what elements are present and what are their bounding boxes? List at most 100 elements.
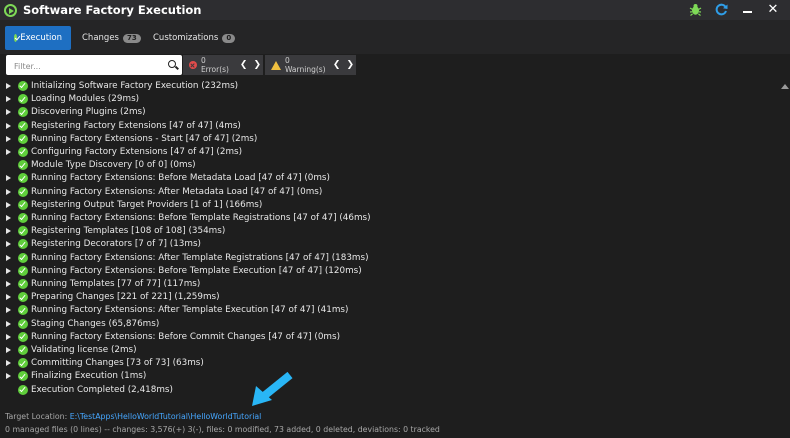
tree-row-label: Loading Modules (29ms) bbox=[31, 94, 140, 105]
expand-arrow-icon[interactable] bbox=[6, 228, 11, 235]
expand-arrow-icon[interactable] bbox=[6, 215, 11, 221]
minimize-icon[interactable] bbox=[740, 2, 754, 16]
next-error-icon[interactable]: ❯ bbox=[253, 60, 261, 70]
tree-row[interactable]: Registering Decorators [7 of 7] (13ms) bbox=[0, 238, 770, 251]
tree-row[interactable]: Running Factory Extensions - Start [47 o… bbox=[0, 133, 770, 146]
tree-row-label: Finalizing Execution (1ms) bbox=[31, 371, 147, 382]
expand-arrow-icon[interactable] bbox=[6, 373, 11, 380]
expand-arrow-icon[interactable] bbox=[6, 347, 11, 353]
expand-arrow-icon[interactable] bbox=[6, 281, 11, 287]
tree-row[interactable]: Execution Completed (2,418ms) bbox=[0, 384, 770, 397]
execution-tree: Initializing Software Factory Execution … bbox=[0, 80, 778, 402]
filter-bar: 0 Error(s) ❮ ❯ 0 Warning(s) ❮ ❯ bbox=[0, 54, 790, 76]
success-check-icon bbox=[18, 173, 28, 184]
warnings-count: 0 Warning(s) bbox=[285, 56, 326, 74]
prev-error-icon[interactable]: ❮ bbox=[240, 60, 248, 70]
filter-box bbox=[6, 55, 182, 75]
window-title: Software Factory Execution bbox=[23, 3, 202, 17]
tree-row[interactable]: Running Factory Extensions: Before Commi… bbox=[0, 331, 770, 344]
tree-row[interactable]: Initializing Software Factory Execution … bbox=[0, 80, 770, 93]
tree-row[interactable]: Loading Modules (29ms) bbox=[0, 93, 770, 106]
tree-row[interactable]: Validating license (2ms) bbox=[0, 344, 770, 357]
success-check-icon bbox=[18, 213, 28, 223]
tree-row[interactable]: Running Factory Extensions: After Templa… bbox=[0, 252, 770, 265]
tree-row[interactable]: Staging Changes (65,876ms) bbox=[0, 318, 770, 331]
tree-row-label: Running Factory Extensions: Before Templ… bbox=[31, 213, 371, 223]
scrollbar[interactable] bbox=[780, 80, 790, 402]
tree-row[interactable]: Registering Output Target Providers [1 o… bbox=[0, 199, 770, 212]
tree-row[interactable]: Module Type Discovery [0 of 0] (0ms) bbox=[0, 159, 770, 172]
search-icon[interactable] bbox=[168, 60, 176, 68]
success-check-icon bbox=[18, 305, 28, 316]
tree-row-label: Running Factory Extensions: Before Commi… bbox=[31, 331, 341, 342]
filter-input[interactable] bbox=[12, 58, 166, 74]
tree-row[interactable]: Discovering Plugins (2ms) bbox=[0, 106, 770, 119]
success-check-icon bbox=[18, 318, 28, 329]
tree-row[interactable]: Running Templates [77 of 77] (117ms) bbox=[0, 278, 770, 291]
expand-arrow-icon[interactable] bbox=[6, 360, 11, 367]
tree-row[interactable]: Committing Changes [73 of 73] (63ms) bbox=[0, 357, 770, 370]
expand-arrow-icon[interactable] bbox=[6, 96, 11, 103]
expand-arrow-icon[interactable] bbox=[6, 320, 11, 327]
tree-row[interactable]: Running Factory Extensions: After Metada… bbox=[0, 186, 770, 199]
expand-arrow-icon[interactable] bbox=[6, 122, 11, 129]
errors-filter[interactable]: 0 Error(s) ❮ ❯ bbox=[183, 55, 263, 75]
expand-arrow-icon[interactable] bbox=[6, 201, 11, 208]
tree-row[interactable]: Registering Factory Extensions [47 of 47… bbox=[0, 120, 770, 133]
expand-arrow-icon[interactable] bbox=[6, 188, 11, 195]
tab-execution[interactable]: Execution bbox=[5, 26, 71, 50]
bug-icon[interactable] bbox=[688, 2, 702, 16]
tree-row[interactable]: Registering Templates [108 of 108] (354m… bbox=[0, 225, 770, 238]
tree-row-label: Running Factory Extensions - Start [47 o… bbox=[31, 133, 258, 144]
success-check-icon bbox=[18, 371, 28, 382]
tab-customizations[interactable]: Customizations 0 bbox=[153, 26, 236, 50]
count-badge: 73 bbox=[122, 33, 141, 43]
tree-row-label: Discovering Plugins (2ms) bbox=[31, 107, 146, 118]
tree-row-label: Running Factory Extensions: After Metada… bbox=[31, 186, 323, 197]
warnings-filter[interactable]: 0 Warning(s) ❮ ❯ bbox=[265, 55, 356, 75]
expand-arrow-icon[interactable] bbox=[6, 83, 11, 89]
tree-row[interactable]: Preparing Changes [221 of 221] (1,259ms) bbox=[0, 291, 770, 304]
annotation-arrow-icon bbox=[252, 371, 293, 406]
target-location: Target Location: E:\TestApps\HelloWorldT… bbox=[5, 412, 261, 421]
target-label: Target Location: bbox=[5, 412, 70, 421]
tree-row-label: Validating license (2ms) bbox=[31, 345, 137, 355]
tree-row[interactable]: Configuring Factory Extensions [47 of 47… bbox=[0, 146, 770, 159]
tree-row-label: Staging Changes (65,876ms) bbox=[31, 318, 160, 329]
play-circle-icon bbox=[4, 3, 17, 17]
tree-row[interactable]: Running Factory Extensions: Before Templ… bbox=[0, 212, 770, 225]
tree-row-label: Running Factory Extensions: After Templa… bbox=[31, 305, 349, 316]
prev-warning-icon[interactable]: ❮ bbox=[333, 60, 341, 70]
errors-count: 0 Error(s) bbox=[200, 56, 229, 74]
success-check-icon bbox=[18, 186, 28, 197]
target-path-link[interactable]: E:\TestApps\HelloWorldTutorial\HelloWorl… bbox=[70, 412, 262, 421]
success-check-icon bbox=[18, 345, 28, 355]
expand-arrow-icon[interactable] bbox=[6, 149, 11, 155]
expand-arrow-icon[interactable] bbox=[6, 294, 11, 301]
refresh-icon[interactable] bbox=[714, 2, 728, 16]
success-check-icon bbox=[18, 331, 28, 342]
expand-arrow-icon[interactable] bbox=[6, 109, 11, 116]
tree-row[interactable]: Running Factory Extensions: Before Templ… bbox=[0, 265, 770, 278]
tree-row[interactable]: Running Factory Extensions: Before Metad… bbox=[0, 172, 770, 185]
next-warning-icon[interactable]: ❯ bbox=[346, 60, 354, 70]
expand-arrow-icon[interactable] bbox=[6, 254, 11, 261]
tab-changes[interactable]: Changes 73 bbox=[82, 26, 141, 50]
error-icon bbox=[189, 61, 197, 69]
tree-row-label: Registering Decorators [7 of 7] (13ms) bbox=[31, 239, 201, 250]
status-footer: Target Location: E:\TestApps\HelloWorldT… bbox=[0, 410, 790, 438]
close-icon[interactable]: ✕ bbox=[766, 2, 780, 17]
tree-row-label: Running Factory Extensions: Before Templ… bbox=[31, 265, 362, 276]
expand-arrow-icon[interactable] bbox=[6, 333, 11, 340]
tree-row[interactable]: Running Factory Extensions: After Templa… bbox=[0, 304, 770, 317]
expand-arrow-icon[interactable] bbox=[6, 307, 11, 314]
expand-arrow-icon[interactable] bbox=[6, 241, 11, 248]
expand-arrow-icon[interactable] bbox=[6, 267, 11, 274]
tab-label: Changes bbox=[82, 33, 119, 43]
expand-arrow-icon[interactable] bbox=[6, 135, 11, 142]
tree-row-label: Module Type Discovery [0 of 0] (0ms) bbox=[31, 160, 196, 171]
scroll-up-icon[interactable] bbox=[781, 84, 789, 89]
tree-row-label: Registering Factory Extensions [47 of 47… bbox=[31, 120, 241, 131]
expand-arrow-icon[interactable] bbox=[6, 175, 11, 182]
tree-row[interactable]: Finalizing Execution (1ms) bbox=[0, 370, 770, 383]
